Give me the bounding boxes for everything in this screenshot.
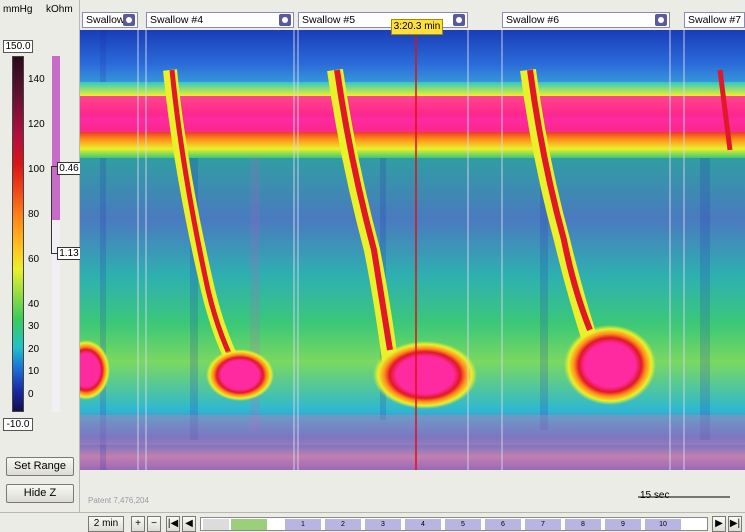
zoom-out-icon[interactable]: − xyxy=(147,516,161,532)
timeline-segment[interactable]: 3 xyxy=(365,519,401,530)
impedance-upper-field[interactable]: 0.46 xyxy=(57,162,81,175)
timeline-segment[interactable]: 10 xyxy=(645,519,681,530)
impedance-range-bracket[interactable] xyxy=(51,166,61,254)
tick-label: 40 xyxy=(28,299,40,310)
tick-label: 140 xyxy=(28,74,45,85)
timeline-segment[interactable]: 2 xyxy=(325,519,361,530)
timeline-segment[interactable]: 6 xyxy=(485,519,521,530)
topography-canvas xyxy=(80,30,745,504)
scale-min-field[interactable]: -10.0 xyxy=(3,418,33,431)
swallow-marker[interactable]: Swallow #6 xyxy=(502,12,670,28)
swallow-label: Swallow #7 xyxy=(688,14,742,26)
swallow-menu-icon[interactable] xyxy=(123,14,135,26)
pressure-topography-plot[interactable] xyxy=(80,30,745,504)
timeline-segment-current[interactable] xyxy=(231,519,267,530)
swallow-label: Swallow #5 xyxy=(302,14,356,26)
patent-watermark: Patent 7,476,204 xyxy=(88,496,149,505)
pressure-scale-panel: mmHg kOhm 150.0 140 120 100 80 60 40 30 … xyxy=(0,0,81,532)
zoom-level-button[interactable]: 2 min xyxy=(88,516,124,532)
timeline-segment[interactable]: 7 xyxy=(525,519,561,530)
swallow-marker[interactable]: Swallow #7 xyxy=(684,12,745,28)
tick-label: 30 xyxy=(28,321,40,332)
timeline-segment[interactable]: 8 xyxy=(565,519,601,530)
les-band xyxy=(80,415,745,445)
timeline-segment[interactable]: 4 xyxy=(405,519,441,530)
swallow-marker[interactable]: Swallow xyxy=(82,12,138,28)
impedance-unit-label: kOhm xyxy=(46,4,73,15)
impedance-lower-field[interactable]: 1.13 xyxy=(57,247,81,260)
timeline-segment[interactable]: 5 xyxy=(445,519,481,530)
swallow-label: Swallow xyxy=(86,14,125,26)
last-page-icon[interactable]: ▶| xyxy=(728,516,742,532)
swallow-menu-icon[interactable] xyxy=(453,14,465,26)
timeline-segment[interactable]: 9 xyxy=(605,519,641,530)
swallow-menu-icon[interactable] xyxy=(279,14,291,26)
first-page-icon[interactable]: |◀ xyxy=(166,516,180,532)
next-page-icon[interactable]: ▶ xyxy=(712,516,726,532)
swallow-label: Swallow #4 xyxy=(150,14,204,26)
cursor-time-label: 3:20.3 min xyxy=(391,19,443,35)
tick-label: 120 xyxy=(28,119,45,130)
tick-label: 100 xyxy=(28,164,45,175)
swallow-menu-icon[interactable] xyxy=(655,14,667,26)
tick-label: 80 xyxy=(28,209,40,220)
recording-timeline[interactable]: 1 2 3 4 5 6 7 8 9 10 xyxy=(200,517,708,531)
navigation-toolbar: 2 min + − |◀ ◀ 1 2 3 4 5 6 7 8 9 10 ▶ ▶| xyxy=(0,512,745,532)
set-range-button[interactable]: Set Range xyxy=(6,457,74,476)
tick-label: 0 xyxy=(28,389,34,400)
hide-z-button[interactable]: Hide Z xyxy=(6,484,74,503)
tick-label: 60 xyxy=(28,254,40,265)
pressure-colorbar xyxy=(12,56,24,412)
scale-max-field[interactable]: 150.0 xyxy=(3,40,33,53)
swallow-marker[interactable]: Swallow #4 xyxy=(146,12,294,28)
time-scale-label: 15 sec xyxy=(640,490,670,501)
tick-label: 10 xyxy=(28,366,40,377)
pressure-unit-label: mmHg xyxy=(3,4,33,15)
previous-page-icon[interactable]: ◀ xyxy=(182,516,196,532)
timeline-segment[interactable] xyxy=(203,519,229,530)
timeline-segment[interactable]: 1 xyxy=(285,519,321,530)
tick-label: 20 xyxy=(28,344,40,355)
zoom-in-icon[interactable]: + xyxy=(131,516,145,532)
swallow-label: Swallow #6 xyxy=(506,14,560,26)
